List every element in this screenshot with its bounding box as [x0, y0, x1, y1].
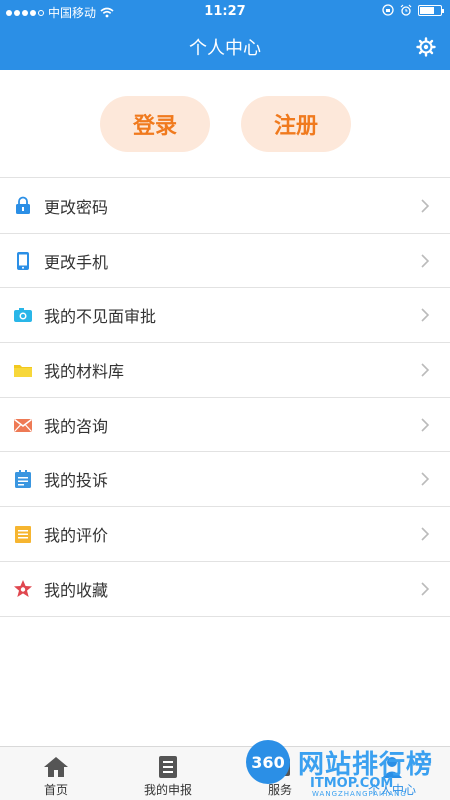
header: 中国移动 11:27 个人中心 — [0, 0, 450, 70]
menu-item-remote-approval[interactable]: 我的不见面审批 — [0, 288, 450, 344]
menu-label: 我的材料库 — [44, 361, 125, 381]
menu-item-consultation[interactable]: 我的咨询 — [0, 398, 450, 453]
menu-list: 更改密码 更改手机 我的不见面审批 我的材料库 我的咨询 我的投诉 我的评价 我… — [0, 179, 450, 617]
watermark-sub: ITMOP.COM — [310, 776, 394, 791]
login-button[interactable]: 登录 — [100, 96, 210, 152]
menu-item-favorites[interactable]: 我的收藏 — [0, 562, 450, 617]
tab-label: 我的申报 — [143, 783, 192, 797]
chevron-right-icon — [421, 582, 430, 596]
menu-item-material-library[interactable]: 我的材料库 — [0, 343, 450, 398]
list-icon — [159, 756, 177, 778]
document-icon — [15, 525, 31, 543]
watermark: 360 网站排行榜 ITMOP.COM WANGZHANGPAIHANG — [240, 738, 450, 800]
menu-label: 我的收藏 — [44, 580, 109, 600]
tab-my-applications[interactable]: 我的申报 — [112, 747, 224, 800]
alarm-icon — [400, 4, 412, 16]
menu-item-complaint[interactable]: 我的投诉 — [0, 452, 450, 508]
auth-buttons: 登录 注册 — [0, 70, 450, 178]
status-right — [382, 4, 444, 16]
menu-label: 更改手机 — [44, 252, 109, 272]
menu-item-change-phone[interactable]: 更改手机 — [0, 234, 450, 289]
chevron-right-icon — [421, 308, 430, 322]
status-bar: 中国移动 11:27 — [0, 0, 450, 24]
battery-icon — [418, 4, 444, 16]
menu-item-evaluation[interactable]: 我的评价 — [0, 507, 450, 562]
chevron-right-icon — [421, 363, 430, 377]
gear-icon[interactable] — [416, 37, 436, 57]
chevron-right-icon — [421, 527, 430, 541]
chevron-right-icon — [421, 472, 430, 486]
register-button[interactable]: 注册 — [241, 96, 351, 152]
page-title: 个人中心 — [189, 38, 261, 59]
menu-label: 更改密码 — [44, 197, 109, 217]
watermark-sub2: WANGZHANGPAIHANG — [312, 790, 407, 798]
lock-icon — [16, 196, 30, 214]
camera-icon — [14, 308, 32, 323]
clipboard-icon — [15, 470, 31, 489]
menu-label: 我的评价 — [44, 525, 109, 545]
mail-icon — [14, 418, 32, 432]
menu-label: 我的咨询 — [44, 416, 109, 436]
menu-label: 我的不见面审批 — [44, 307, 157, 327]
watermark-badge: 360 — [246, 740, 290, 784]
menu-label: 我的投诉 — [44, 471, 109, 491]
menu-item-change-password[interactable]: 更改密码 — [0, 179, 450, 234]
chevron-right-icon — [421, 199, 430, 213]
folder-icon — [14, 364, 32, 377]
home-icon — [44, 757, 68, 777]
chevron-right-icon — [421, 253, 430, 268]
chevron-right-icon — [421, 418, 430, 432]
tab-home[interactable]: 首页 — [0, 747, 112, 800]
rotation-lock-icon — [382, 4, 394, 16]
phone-icon — [17, 251, 29, 270]
star-icon — [14, 579, 32, 597]
tab-label: 首页 — [43, 783, 68, 797]
